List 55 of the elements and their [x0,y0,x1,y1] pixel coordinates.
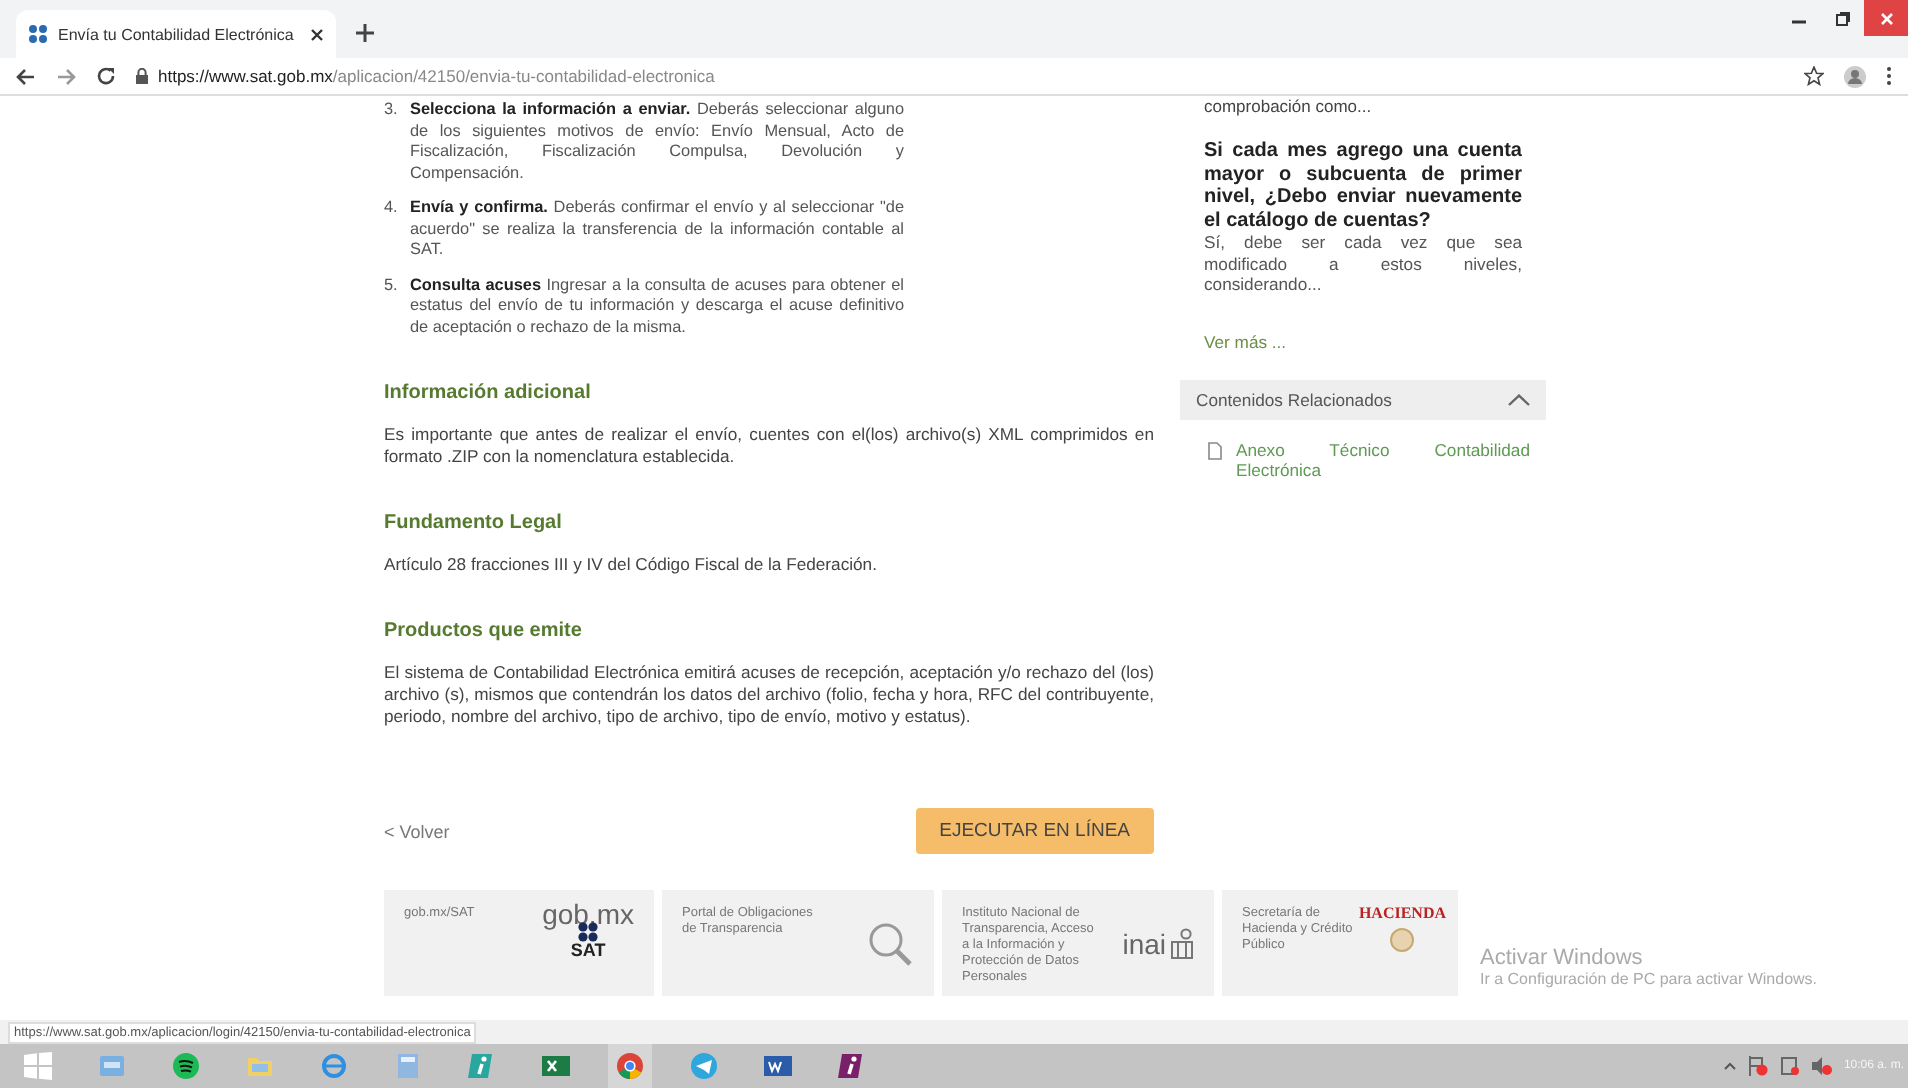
section-heading: Fundamento Legal [384,512,564,534]
inai-logo-text: inai [1122,935,1166,951]
related-content-title: Contenidos Relacionados [1196,389,1392,409]
reload-icon[interactable] [96,66,116,86]
see-more-link[interactable]: Ver más ... [1204,331,1522,351]
network-icon[interactable] [1779,1056,1800,1076]
activation-text: Ir a Configuración de PC para activar Windows. [1480,970,1818,988]
tab-title: Envía tu Contabilidad Electrónica [58,25,296,43]
i-app-icon[interactable] [838,1052,866,1080]
site-icon [28,24,48,44]
restore-icon[interactable] [1835,11,1849,25]
faq-snippet: comprobación como... [1202,96,1374,116]
browser-tab[interactable]: Envía tu Contabilidad Electrónica [16,10,336,58]
step-text: Selecciona la información a enviar. Deberás seleccionar alguno de los siguientes motivos de envío: Envío Mensual, Acto de Fiscalización, Fiscalización Compulsa, Devolución y Compensación. [410,100,904,184]
address-field[interactable]: https://www.sat.gob.mx/aplicacion/42150/envia-tu-contabilidad-electronica [136,60,1784,92]
hacienda-logo-text: HACIENDA [1358,906,1446,922]
chevron-up-icon[interactable] [1508,393,1530,405]
section-text: Artículo 28 fracciones III y IV del Código Fiscal de la Federación. [384,554,879,576]
star-icon[interactable] [1804,66,1824,86]
step-number: 4. [384,198,400,220]
seal-icon [1390,928,1415,952]
related-content-header[interactable]: Contenidos Relacionados [1180,379,1546,419]
faq-answer: Sí, debe ser cada vez que sea modificado a estos niveles, considerando... [1204,232,1522,295]
profile-icon[interactable] [1844,65,1866,87]
activation-title: Activar Windows [1480,946,1645,970]
search-icon [866,919,914,967]
execute-online-button[interactable]: EJECUTAR EN LÍNEA [915,808,1154,854]
document-icon [1208,441,1222,459]
spreadsheet-app-icon[interactable] [542,1052,570,1080]
chevron-up-icon[interactable] [1723,1062,1736,1070]
step-number: 5. [384,275,400,297]
lock-icon [136,68,148,84]
back-arrow-icon[interactable] [16,67,36,85]
flag-alert-icon[interactable] [1747,1056,1768,1076]
chrome-browser-icon[interactable] [616,1052,644,1080]
speaker-muted-icon[interactable] [1811,1056,1832,1076]
back-link[interactable]: < Volver [384,821,450,841]
url-text: https://www.sat.gob.mx/aplicacion/42150/envia-tu-contabilidad-electronica [158,66,715,86]
section-heading: Información adicional [384,382,593,404]
music-app-icon[interactable] [172,1052,200,1080]
step-text: Consulta acuses Ingresar a la consulta de acuses para obtener el estatus del envío de tu información y descarga el acuse definitivo de aceptación o rechazo de la misma. [410,275,904,338]
step-number: 3. [384,100,400,122]
faq-question: Si cada mes agrego una cuenta mayor o subcuenta de primer nivel, ¿Debo enviar nuevamente el catálogo de cuentas? [1204,140,1522,232]
section-text: El sistema de Contabilidad Electrónica emitirá acuses de recepción, aceptación y/o rechazo del (los) archivo (s), mismos que contendrán los datos del archivo (folio, fecha y hora, RFC del contribuyente, periodo, nombre del archivo, tipo de archivo, tipo de envío, motivo y estatus). [384,662,1154,728]
related-link[interactable]: Anexo Técnico Contabilidad Electrónica [1236,439,1530,479]
people-icon [1170,927,1194,959]
sat-logo-text: SAT [570,942,606,958]
menu-icon[interactable] [1886,66,1892,86]
step-text: Envía y confirma. Deberás confirmar el envío y al seleccionar "de acuerdo" se realiza la transferencia de la información contable al SAT. [410,198,904,261]
section-text: Es importante que antes de realizar el envío, cuentes con el(los) archivo(s) XML comprimidos en formato .ZIP con la nomenclatura establecida. [384,424,1154,468]
section-heading: Productos que emite [384,620,584,642]
forward-arrow-icon[interactable] [56,67,76,85]
word-app-icon[interactable] [764,1052,792,1080]
paper-plane-app-icon[interactable] [690,1052,718,1080]
close-icon[interactable] [310,27,324,41]
